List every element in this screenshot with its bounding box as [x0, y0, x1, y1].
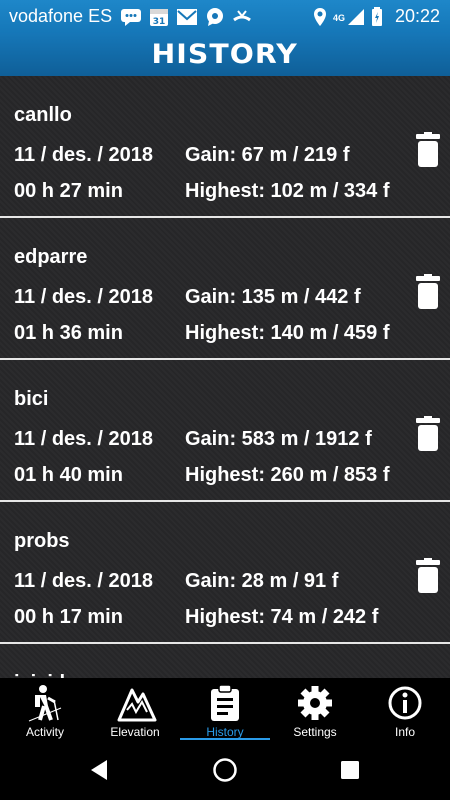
carrier-label: vodafone ES	[9, 6, 113, 26]
battery-icon	[371, 6, 382, 26]
calendar-icon: 31	[150, 8, 169, 27]
history-entry[interactable]: probs 11 / des. / 2018 Gain: 28 m / 91 f…	[0, 502, 450, 644]
entry-highest: Highest: 260 m / 853 f	[185, 464, 390, 486]
gear-icon	[298, 686, 332, 720]
clock: 20:22	[394, 6, 440, 26]
history-entry[interactable]: jsjsjd	[0, 644, 450, 678]
entry-name: bici	[14, 388, 49, 410]
message-icon	[121, 8, 142, 26]
entry-date: 11 / des. / 2018	[14, 286, 153, 308]
svg-text:31: 31	[153, 17, 166, 27]
entry-gain: Gain: 583 m / 1912 f	[185, 428, 372, 450]
entry-duration: 01 h 36 min	[14, 322, 123, 344]
entry-gain: Gain: 67 m / 219 f	[185, 144, 350, 166]
signal-icon	[347, 8, 364, 25]
entry-gain: Gain: 135 m / 442 f	[185, 286, 361, 308]
recents-icon[interactable]	[340, 760, 360, 780]
app-header: HISTORY	[0, 33, 450, 76]
nav-info[interactable]: Info	[360, 678, 450, 740]
entry-duration: 01 h 40 min	[14, 464, 123, 486]
entry-highest: Highest: 140 m / 459 f	[185, 322, 390, 344]
entry-duration: 00 h 17 min	[14, 606, 123, 628]
nav-label: Elevation	[110, 725, 160, 739]
location-icon	[313, 7, 326, 26]
back-icon[interactable]	[89, 759, 109, 781]
hiker-icon	[28, 685, 62, 722]
bottom-navigation: Activity Elevation History Settings Info	[0, 678, 450, 740]
entry-duration: 00 h 27 min	[14, 180, 123, 202]
nav-elevation[interactable]: Elevation	[90, 678, 180, 740]
history-entry[interactable]: canllo 11 / des. / 2018 Gain: 67 m / 219…	[0, 76, 450, 218]
entry-gain: Gain: 28 m / 91 f	[185, 570, 339, 592]
nav-history[interactable]: History	[180, 678, 270, 740]
history-entry[interactable]: edparre 11 / des. / 2018 Gain: 135 m / 4…	[0, 218, 450, 360]
nav-settings[interactable]: Settings	[270, 678, 360, 740]
trash-icon[interactable]	[414, 416, 442, 452]
nav-label: History	[206, 725, 244, 739]
entry-date: 11 / des. / 2018	[14, 570, 153, 592]
trash-icon[interactable]	[414, 558, 442, 594]
entry-date: 11 / des. / 2018	[14, 428, 153, 450]
info-icon	[388, 686, 422, 720]
history-entry[interactable]: bici 11 / des. / 2018 Gain: 583 m / 1912…	[0, 360, 450, 502]
chat-bubble-icon	[207, 7, 224, 26]
status-bar: vodafone ES 31 4G 20:22	[0, 0, 450, 33]
entry-name: edparre	[14, 246, 88, 268]
mail-icon	[177, 8, 198, 25]
notification-icons: 31	[120, 7, 252, 27]
entry-name: canllo	[14, 104, 72, 126]
entry-highest: Highest: 74 m / 242 f	[185, 606, 379, 628]
system-indicators: 4G 20:22	[313, 6, 440, 27]
history-list[interactable]: canllo 11 / des. / 2018 Gain: 67 m / 219…	[0, 76, 450, 678]
nav-label: Info	[394, 725, 415, 739]
clipboard-icon	[211, 684, 239, 721]
nav-label: Activity	[25, 725, 64, 739]
trash-icon[interactable]	[414, 132, 442, 168]
system-navigation-bar	[0, 740, 450, 800]
nav-activity[interactable]: Activity	[0, 678, 90, 740]
network-type-label: 4G	[332, 13, 345, 23]
page-title: HISTORY	[151, 39, 299, 70]
nav-label: Settings	[293, 725, 337, 739]
home-icon[interactable]	[212, 757, 238, 783]
mountain-icon	[117, 688, 157, 722]
entry-highest: Highest: 102 m / 334 f	[185, 180, 390, 202]
entry-name: probs	[14, 530, 70, 552]
trash-icon[interactable]	[414, 274, 442, 310]
missed-call-icon	[233, 9, 251, 21]
entry-date: 11 / des. / 2018	[14, 144, 153, 166]
